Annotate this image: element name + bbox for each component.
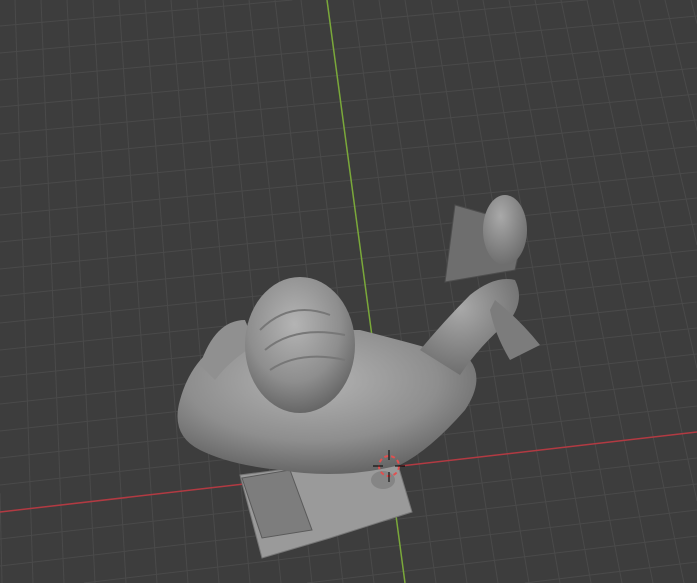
grid-line xyxy=(0,15,697,81)
grid-line xyxy=(83,509,697,583)
grid-line xyxy=(508,0,623,583)
grid-line xyxy=(0,0,587,54)
grid-line xyxy=(690,0,697,24)
grid-line xyxy=(0,119,697,189)
grid-line xyxy=(92,0,127,583)
grid-line xyxy=(306,535,697,583)
statue-hand xyxy=(483,195,527,265)
grid-line xyxy=(14,0,34,583)
statue-head xyxy=(245,277,355,413)
grid-line xyxy=(0,249,697,324)
grid-line xyxy=(612,0,697,369)
grid-line xyxy=(560,0,685,583)
grid-line xyxy=(586,0,697,502)
grid-line xyxy=(0,493,3,583)
grid-line xyxy=(66,0,96,583)
grid-line xyxy=(664,0,697,131)
grid-line xyxy=(0,67,697,135)
grid-line xyxy=(0,41,697,108)
scene xyxy=(0,0,697,583)
3d-viewport[interactable] xyxy=(0,0,697,583)
grid-line xyxy=(524,561,697,583)
